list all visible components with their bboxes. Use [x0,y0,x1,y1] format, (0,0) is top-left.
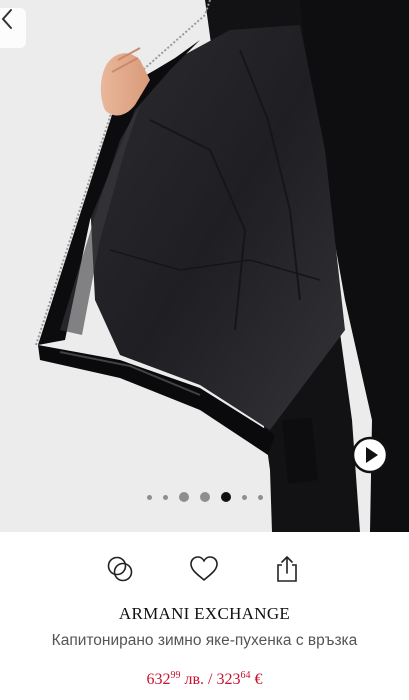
gallery-dot-1[interactable] [146,494,152,500]
play-icon [351,436,389,474]
compare-icon [107,556,133,582]
back-button[interactable] [0,8,26,48]
wishlist-button[interactable] [187,552,221,586]
gallery-pagination [0,492,409,502]
share-icon [277,556,297,582]
price-eur-currency: € [250,671,263,688]
product-title: Капитонирано зимно яке-пухенка с връзка [51,632,358,649]
compare-button[interactable] [103,552,137,586]
gallery-dot-4[interactable] [199,492,210,502]
gallery-dot-2[interactable] [162,494,168,500]
price-bgn-main: 632 [146,671,171,688]
product-brand[interactable]: ARMANI EXCHANGE [0,604,409,624]
price-bgn-cents: 99 [170,670,181,681]
heart-icon [190,556,218,581]
price-eur-cents: 64 [240,670,251,681]
product-image[interactable] [0,0,409,532]
product-actions [0,552,409,586]
jacket-photo [0,0,409,532]
gallery-dot-6[interactable] [241,494,247,500]
product-price: 63299 лв. / 32364 € [0,670,409,689]
price-eur-main: 323 [216,671,241,688]
play-video-button[interactable] [351,436,389,474]
gallery-dot-7[interactable] [257,494,263,500]
chevron-left-icon [1,9,12,29]
gallery-dot-3[interactable] [178,492,189,502]
price-bgn-currency: лв. / [180,671,217,688]
gallery-dot-5-active[interactable] [220,492,231,502]
share-button[interactable] [270,552,304,586]
